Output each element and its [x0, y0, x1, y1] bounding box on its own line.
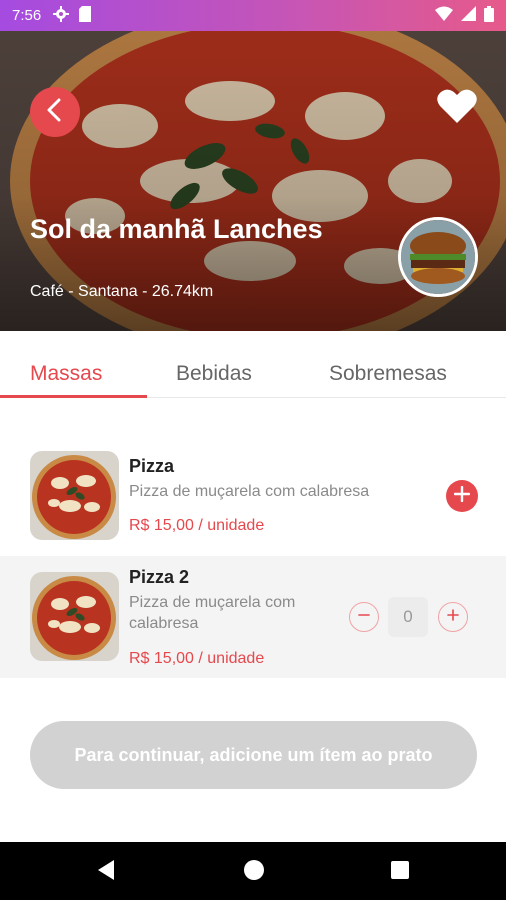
settings-icon	[53, 5, 70, 26]
plus-icon	[447, 608, 459, 626]
status-bar: 7:56	[0, 0, 506, 31]
heart-icon	[436, 89, 478, 129]
system-nav-bar	[0, 842, 506, 900]
store-header: Sol da manhã Lanches Café - Santana - 26…	[0, 31, 506, 331]
item-price: R$ 15,00 / unidade	[129, 517, 265, 534]
item-name: Pizza	[129, 456, 175, 476]
nav-back-icon[interactable]	[96, 859, 116, 886]
category-tabs: Massas Bebidas Sobremesas	[0, 350, 506, 398]
store-name: Sol da manhã Lanches	[30, 214, 323, 244]
item-price: R$ 15,00 / unidade	[129, 650, 265, 667]
chevron-left-icon	[45, 98, 65, 127]
store-meta: Café - Santana - 26.74km	[30, 283, 214, 300]
continue-button[interactable]: Para continuar, adicione um ítem ao prat…	[30, 721, 477, 789]
item-name: Pizza 2	[129, 567, 190, 587]
battery-icon	[484, 5, 494, 26]
nav-recents-icon[interactable]	[390, 859, 410, 886]
store-avatar	[398, 217, 478, 297]
plus-icon	[453, 485, 471, 507]
quantity-value: 0	[388, 597, 428, 637]
increase-quantity-button[interactable]	[438, 602, 468, 632]
item-image	[30, 572, 119, 661]
minus-icon	[358, 608, 370, 626]
add-item-button[interactable]	[446, 480, 478, 512]
sd-card-icon	[79, 5, 92, 26]
favorite-button[interactable]	[436, 87, 478, 127]
active-tab-indicator	[0, 395, 147, 398]
nav-home-icon[interactable]	[243, 859, 265, 886]
item-description: Pizza de muçarela com calabresa	[129, 594, 296, 632]
list-item[interactable]: Pizza Pizza de muçarela com calabresa R$…	[0, 434, 506, 556]
item-description: Pizza de muçarela com calabresa	[129, 483, 370, 500]
list-item[interactable]: Pizza 2 Pizza de muçarela com calabresa …	[0, 556, 506, 678]
back-button[interactable]	[30, 87, 80, 137]
tab-massas[interactable]: Massas	[30, 362, 102, 386]
item-image	[30, 451, 119, 540]
wifi-icon	[435, 6, 453, 25]
tab-sobremesas[interactable]: Sobremesas	[329, 362, 447, 386]
signal-icon	[461, 6, 476, 25]
decrease-quantity-button[interactable]	[349, 602, 379, 632]
tab-bebidas[interactable]: Bebidas	[176, 362, 252, 386]
status-time: 7:56	[12, 7, 42, 24]
